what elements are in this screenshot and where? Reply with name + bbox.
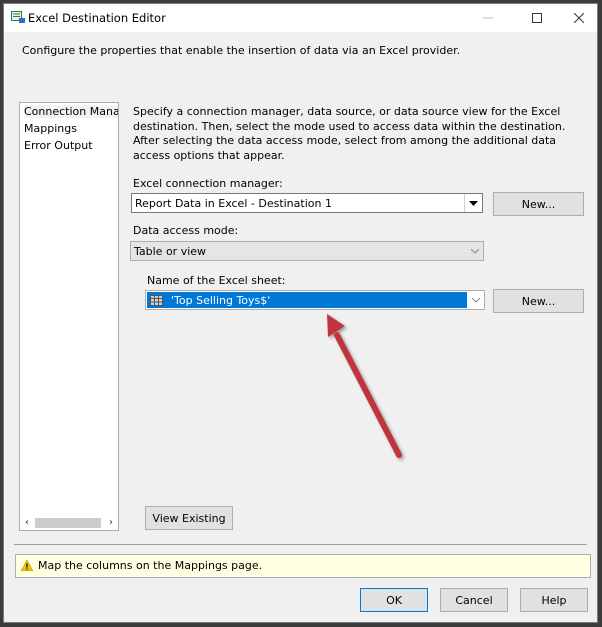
scroll-right-icon[interactable]: › <box>104 516 118 530</box>
excel-sheet-combo[interactable]: 'Top Selling Toys$' <box>145 290 485 310</box>
table-icon <box>150 295 163 306</box>
excel-destination-editor-window: Excel Destination Editor Configure the p… <box>3 3 598 623</box>
horizontal-scrollbar[interactable]: ‹ › <box>20 516 118 530</box>
chevron-down-icon[interactable] <box>466 242 483 260</box>
warning-icon <box>21 560 33 571</box>
cancel-button[interactable]: Cancel <box>440 588 508 612</box>
minimize-icon <box>483 17 493 19</box>
excel-connection-manager-combo[interactable]: Report Data in Excel - Destination 1 <box>131 193 483 213</box>
status-message: Map the columns on the Mappings page. <box>38 559 263 572</box>
excel-sheet-label: Name of the Excel sheet: <box>147 274 286 287</box>
nav-item-connection-manager[interactable]: Connection Manager <box>24 105 118 118</box>
help-button[interactable]: Help <box>520 588 588 612</box>
maximize-button[interactable] <box>515 4 559 32</box>
new-connection-button[interactable]: New... <box>493 192 584 216</box>
scrollbar-thumb[interactable] <box>35 518 101 528</box>
window-title: Excel Destination Editor <box>28 11 166 25</box>
data-access-mode-label: Data access mode: <box>133 224 239 237</box>
excel-sheet-selection: 'Top Selling Toys$' <box>147 292 467 308</box>
connection-manager-description: Specify a connection manager, data sourc… <box>133 105 566 162</box>
title-bar: Excel Destination Editor <box>4 4 597 32</box>
dropdown-arrow-icon[interactable] <box>464 194 482 212</box>
new-sheet-button[interactable]: New... <box>493 289 584 313</box>
divider <box>14 544 587 545</box>
close-icon <box>574 13 584 23</box>
scroll-left-icon[interactable]: ‹ <box>20 516 34 530</box>
status-bar: Map the columns on the Mappings page. <box>15 554 591 578</box>
minimize-button[interactable] <box>466 4 510 32</box>
excel-destination-app-icon <box>11 11 25 23</box>
page-navigation-list: Connection Manager Mappings Error Output… <box>19 102 119 531</box>
excel-sheet-value: 'Top Selling Toys$' <box>171 294 271 307</box>
data-access-mode-combo[interactable]: Table or view <box>130 241 484 261</box>
data-access-mode-value: Table or view <box>134 245 207 258</box>
nav-item-error-output[interactable]: Error Output <box>24 139 93 152</box>
ok-button[interactable]: OK <box>360 588 428 612</box>
excel-connection-manager-value: Report Data in Excel - Destination 1 <box>135 197 332 210</box>
chevron-down-icon[interactable] <box>467 291 484 309</box>
maximize-icon <box>532 13 542 23</box>
view-existing-button[interactable]: View Existing <box>145 506 233 530</box>
dialog-description: Configure the properties that enable the… <box>22 44 461 57</box>
nav-item-mappings[interactable]: Mappings <box>24 122 77 135</box>
excel-connection-manager-label: Excel connection manager: <box>133 177 283 190</box>
close-button[interactable] <box>557 4 601 32</box>
